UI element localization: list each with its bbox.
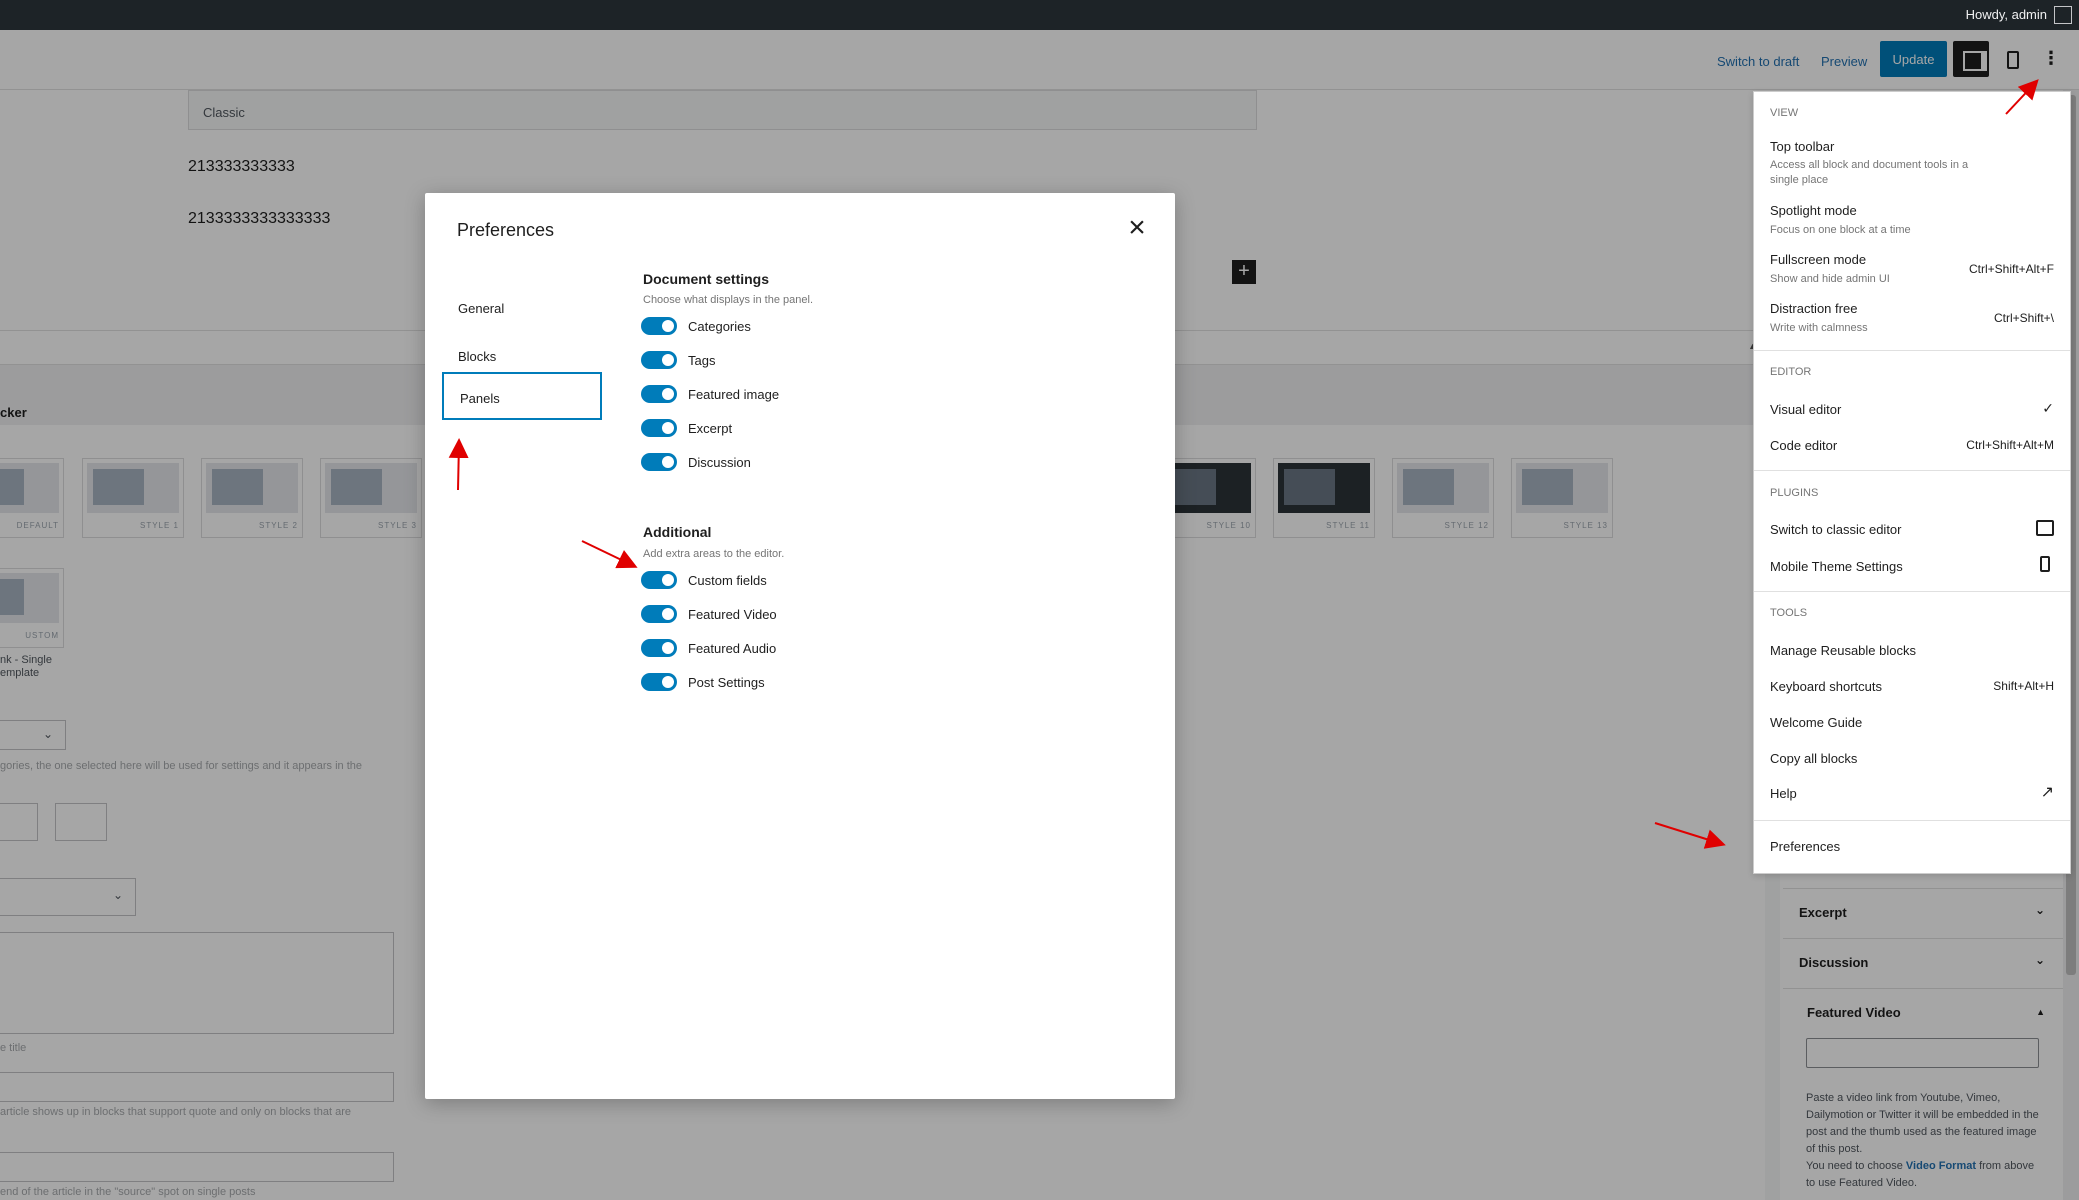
toggle-switch[interactable] xyxy=(641,385,677,403)
menu-item-top-toolbar[interactable]: Top toolbar xyxy=(1770,139,1834,154)
menu-item-keyboard-shortcuts[interactable]: Keyboard shortcuts xyxy=(1770,679,1882,694)
howdy-greeting[interactable]: Howdy, admin xyxy=(1966,7,2047,22)
toggle-switch[interactable] xyxy=(641,351,677,369)
preferences-modal: Preferences × General Blocks Panels Docu… xyxy=(425,193,1175,1099)
toggle-switch[interactable] xyxy=(641,571,677,589)
option-featured-audio[interactable]: Featured Audio xyxy=(641,638,776,658)
modal-title: Preferences xyxy=(457,220,555,240)
menu-item-visual-editor[interactable]: Visual editor xyxy=(1770,402,1841,417)
toggle-switch[interactable] xyxy=(641,419,677,437)
menu-item-shortcut: Ctrl+Shift+Alt+F xyxy=(1968,262,2054,276)
menu-divider xyxy=(1754,820,2070,821)
menu-item-fullscreen-mode[interactable]: Fullscreen mode xyxy=(1770,252,1866,267)
option-excerpt[interactable]: Excerpt xyxy=(641,418,732,438)
option-discussion[interactable]: Discussion xyxy=(641,452,751,472)
menu-section-heading: VIEW xyxy=(1770,107,1799,119)
external-link-icon: ↗ xyxy=(2040,784,2054,801)
menu-divider xyxy=(1754,350,2070,351)
menu-item-desc: Focus on one block at a time xyxy=(1770,224,1911,236)
section-description: Choose what displays in the panel. xyxy=(643,294,813,306)
menu-item-copy-all-blocks[interactable]: Copy all blocks xyxy=(1770,751,1857,766)
menu-item-distraction-free[interactable]: Distraction free xyxy=(1770,301,1857,316)
option-post-settings[interactable]: Post Settings xyxy=(641,672,765,692)
menu-section-heading: EDITOR xyxy=(1770,366,1812,378)
menu-item-desc: Write with calmness xyxy=(1770,322,1868,334)
section-title: Additional xyxy=(643,524,712,540)
menu-item-shortcut: Ctrl+Shift+\ xyxy=(1993,311,2054,325)
toggle-switch[interactable] xyxy=(641,453,677,471)
admin-bar: Howdy, admin xyxy=(0,0,2079,30)
close-icon[interactable]: × xyxy=(1119,211,1155,247)
menu-item-desc: Access all block and document tools in a… xyxy=(1770,159,1969,186)
checkmark-icon: ✓ xyxy=(2042,400,2054,416)
menu-item-shortcut: Shift+Alt+H xyxy=(1993,679,2054,693)
option-categories[interactable]: Categories xyxy=(641,316,751,336)
menu-item-manage-reusable[interactable]: Manage Reusable blocks xyxy=(1770,643,1916,658)
menu-item-mobile-theme-settings[interactable]: Mobile Theme Settings xyxy=(1770,559,1903,574)
menu-item-preferences[interactable]: Preferences xyxy=(1770,839,1840,854)
option-featured-image[interactable]: Featured image xyxy=(641,384,779,404)
toggle-switch[interactable] xyxy=(641,639,677,657)
tab-panels[interactable]: Panels xyxy=(442,372,602,420)
section-description: Add extra areas to the editor. xyxy=(643,548,785,560)
menu-item-switch-classic[interactable]: Switch to classic editor xyxy=(1770,522,1902,537)
toggle-switch[interactable] xyxy=(641,673,677,691)
toggle-switch[interactable] xyxy=(641,317,677,335)
menu-divider xyxy=(1754,591,2070,592)
menu-item-welcome-guide[interactable]: Welcome Guide xyxy=(1770,715,1862,730)
user-avatar-icon[interactable] xyxy=(2054,6,2072,24)
keyboard-icon xyxy=(2036,520,2054,536)
menu-item-spotlight-mode[interactable]: Spotlight mode xyxy=(1770,203,1857,218)
menu-section-heading: TOOLS xyxy=(1770,607,1808,619)
menu-section-heading: PLUGINS xyxy=(1770,487,1819,499)
mobile-icon xyxy=(2040,556,2050,572)
more-menu-dropdown: VIEW Top toolbar Access all block and do… xyxy=(1753,91,2071,874)
option-tags[interactable]: Tags xyxy=(641,350,715,370)
menu-item-shortcut: Ctrl+Shift+Alt+M xyxy=(1966,438,2054,452)
section-title: Document settings xyxy=(643,271,770,287)
tab-general[interactable]: General xyxy=(442,284,602,332)
menu-divider xyxy=(1754,470,2070,471)
option-custom-fields[interactable]: Custom fields xyxy=(641,570,767,590)
toggle-switch[interactable] xyxy=(641,605,677,623)
option-featured-video[interactable]: Featured Video xyxy=(641,604,777,624)
menu-item-help[interactable]: Help xyxy=(1770,786,1797,801)
menu-item-code-editor[interactable]: Code editor xyxy=(1770,438,1837,453)
menu-item-desc: Show and hide admin UI xyxy=(1770,273,1890,285)
